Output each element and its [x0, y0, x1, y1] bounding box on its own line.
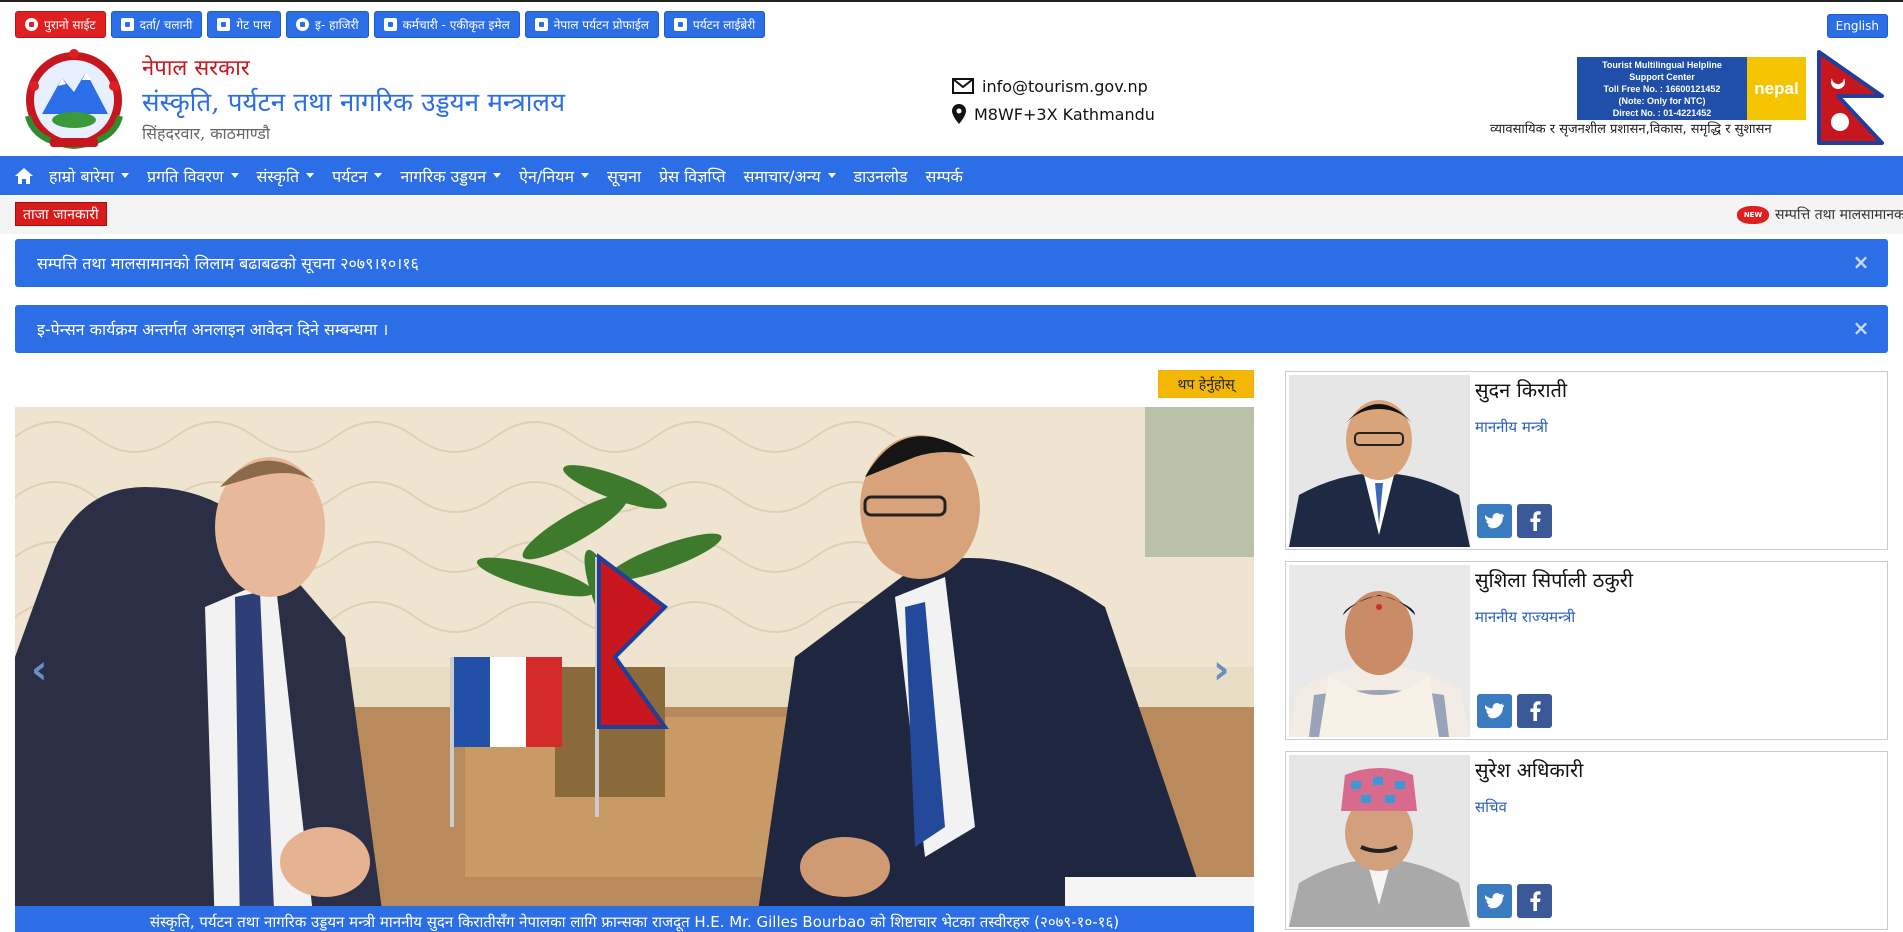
alert-text: सम्पत्ति तथा मालसामानको लिलाम बढाबढको सू… — [37, 254, 419, 273]
official-role: सचिव — [1475, 798, 1507, 816]
caret-down-icon — [493, 173, 502, 178]
official-portrait[interactable] — [1289, 755, 1470, 927]
nepal-brand-logo: nepal — [1747, 57, 1806, 120]
latest-news-label: ताजा जानकारी — [15, 202, 107, 226]
e-attendance-button[interactable]: इ- हाजिरी — [286, 11, 369, 38]
official-card: सुदन किराती माननीय मन्त्री — [1285, 371, 1888, 550]
view-more-button[interactable]: थप हेर्नुहोस् — [1158, 370, 1254, 398]
facebook-icon[interactable] — [1517, 884, 1552, 918]
notice-alert[interactable]: इ-पेन्सन कार्यक्रम अन्तर्गत अनलाइन आवेदन… — [15, 305, 1888, 353]
main-navigation: हाम्रो बारेमा प्रगति विवरण संस्कृति पर्य… — [0, 156, 1903, 195]
ministry-name[interactable]: संस्कृति, पर्यटन तथा नागरिक उड्डयन मन्त्… — [142, 83, 565, 119]
header-slogan: व्यावसायिक र सृजनशील प्रशासन,विकास, समृद… — [1490, 122, 1772, 137]
top-border — [0, 0, 1903, 2]
twitter-icon[interactable] — [1477, 504, 1512, 538]
carousel-next-icon[interactable]: › — [1213, 647, 1229, 693]
language-toggle-button[interactable]: English — [1826, 14, 1888, 38]
calendar-icon — [534, 18, 548, 31]
notice-alert[interactable]: सम्पत्ति तथा मालसामानको लिलाम बढाबढको सू… — [15, 239, 1888, 287]
close-icon[interactable]: × — [1852, 252, 1870, 272]
calendar-icon — [120, 18, 134, 31]
close-icon[interactable]: × — [1852, 318, 1870, 338]
quick-links-bar: पुरानो साईट दर्ता/ चलानी गेट पास इ- हाजि… — [15, 11, 766, 38]
news-ticker[interactable]: NEW सम्पत्ति तथा मालसामानक — [1737, 205, 1903, 224]
home-icon[interactable] — [14, 167, 34, 185]
nav-download[interactable]: डाउनलोड — [854, 165, 908, 187]
caret-down-icon — [120, 173, 129, 178]
caret-down-icon — [374, 173, 383, 178]
carousel-prev-icon[interactable]: ‹ — [31, 647, 47, 693]
nepal-flag-icon — [1817, 50, 1884, 145]
map-marker-icon — [952, 104, 966, 124]
clock-icon — [296, 18, 310, 31]
government-name: नेपाल सरकार — [142, 56, 250, 81]
photo-carousel: ‹ › संस्कृति, पर्यटन तथा नागरिक उड्डयन म… — [15, 407, 1254, 932]
book-icon — [673, 18, 687, 31]
alert-text: इ-पेन्सन कार्यक्रम अन्तर्गत अनलाइन आवेदन… — [37, 320, 389, 339]
nav-about-us[interactable]: हाम्रो बारेमा — [49, 165, 129, 187]
nepal-emblem-logo[interactable] — [14, 46, 134, 152]
official-name[interactable]: सुदन किराती — [1475, 376, 1567, 403]
official-name[interactable]: सुरेश अधिकारी — [1475, 756, 1583, 783]
tourism-library-button[interactable]: पर्यटन लाईब्रेरी — [663, 11, 766, 38]
nav-notices[interactable]: सूचना — [607, 165, 641, 187]
nav-progress-report[interactable]: प्रगति विवरण — [147, 165, 239, 187]
twitter-icon[interactable] — [1477, 884, 1512, 918]
caret-down-icon — [581, 173, 590, 178]
helpline-banner[interactable]: Tourist Multilingual Helpline Support Ce… — [1577, 57, 1806, 120]
registration-button[interactable]: दर्ता/ चलानी — [110, 11, 203, 38]
nav-press-release[interactable]: प्रेस विज्ञप्ति — [659, 165, 726, 187]
contact-info: info@tourism.gov.np M8WF+3X Kathmandu — [952, 72, 1155, 128]
lock-icon — [217, 18, 231, 31]
tourism-profile-button[interactable]: नेपाल पर्यटन प्रोफाईल — [524, 11, 659, 38]
contact-location[interactable]: M8WF+3X Kathmandu — [974, 105, 1155, 124]
official-portrait[interactable] — [1289, 375, 1470, 547]
old-site-button[interactable]: पुरानो साईट — [15, 11, 106, 38]
ministry-address: सिंहदरवार, काठमाण्डौ — [142, 124, 270, 143]
nav-news-others[interactable]: समाचार/अन्य — [744, 165, 836, 187]
official-name[interactable]: सुशिला सिर्पाली ठकुरी — [1475, 566, 1633, 593]
nav-civil-aviation[interactable]: नागरिक उड्डयन — [400, 165, 502, 187]
carousel-caption: संस्कृति, पर्यटन तथा नागरिक उड्डयन मन्त्… — [15, 906, 1254, 932]
new-badge-icon: NEW — [1737, 205, 1769, 224]
latest-news-bar: ताजा जानकारी NEW सम्पत्ति तथा मालसामानक — [0, 196, 1903, 234]
envelope-icon — [383, 18, 397, 31]
official-card: सुशिला सिर्पाली ठकुरी माननीय राज्यमन्त्र… — [1285, 561, 1888, 740]
official-role: माननीय राज्यमन्त्री — [1475, 608, 1576, 626]
staff-email-button[interactable]: कर्मचारी - एकीकृत इमेल — [373, 11, 520, 38]
caret-down-icon — [827, 173, 836, 178]
nav-culture[interactable]: संस्कृति — [257, 165, 315, 187]
facebook-icon[interactable] — [1517, 694, 1552, 728]
envelope-icon — [952, 78, 974, 94]
carousel-photo[interactable] — [15, 407, 1254, 932]
contact-email[interactable]: info@tourism.gov.np — [982, 77, 1148, 96]
gate-pass-button[interactable]: गेट पास — [207, 11, 282, 38]
caret-down-icon — [306, 173, 315, 178]
facebook-icon[interactable] — [1517, 504, 1552, 538]
header-title-block: नेपाल सरकार संस्कृति, पर्यटन तथा नागरिक … — [142, 52, 565, 144]
official-portrait[interactable] — [1289, 565, 1470, 737]
official-card: सुरेश अधिकारी सचिव — [1285, 751, 1888, 930]
ticker-text: सम्पत्ति तथा मालसामानक — [1775, 207, 1903, 223]
helpline-text: Tourist Multilingual Helpline Support Ce… — [1577, 57, 1747, 120]
caret-down-icon — [230, 173, 239, 178]
nav-acts-rules[interactable]: ऐन/नियम — [519, 165, 590, 187]
globe-icon — [25, 18, 38, 31]
official-role: माननीय मन्त्री — [1475, 418, 1548, 436]
twitter-icon[interactable] — [1477, 694, 1512, 728]
nav-contact[interactable]: सम्पर्क — [926, 165, 963, 187]
nav-tourism[interactable]: पर्यटन — [332, 165, 383, 187]
